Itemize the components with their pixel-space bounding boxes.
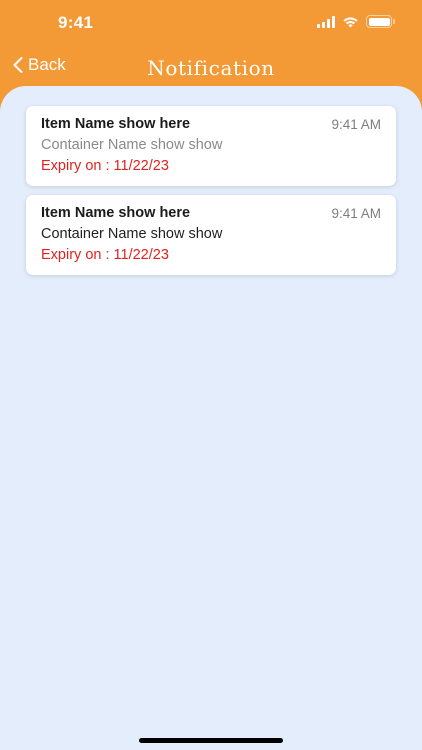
notification-time: 9:41 AM bbox=[331, 206, 381, 221]
status-icons bbox=[317, 15, 395, 28]
notification-list: Item Name show here 9:41 AM Container Na… bbox=[0, 86, 422, 750]
status-bar: 9:41 bbox=[0, 0, 422, 46]
notification-card[interactable]: Item Name show here 9:41 AM Container Na… bbox=[26, 106, 396, 186]
expiry-date: Expiry on : 11/22/23 bbox=[41, 247, 169, 263]
notification-card[interactable]: Item Name show here 9:41 AM Container Na… bbox=[26, 195, 396, 275]
page-title: Notification bbox=[147, 56, 275, 80]
item-name: Item Name show here bbox=[41, 116, 191, 132]
notification-screen: 9:41 Back Notification Item Name show he… bbox=[0, 0, 422, 750]
item-name: Item Name show here bbox=[41, 205, 191, 221]
wifi-icon bbox=[342, 16, 359, 28]
expiry-date: Expiry on : 11/22/23 bbox=[41, 158, 169, 174]
notification-time: 9:41 AM bbox=[331, 117, 381, 132]
cellular-signal-icon bbox=[317, 15, 335, 28]
battery-icon bbox=[366, 15, 395, 28]
container-name: Container Name show show bbox=[41, 137, 223, 153]
container-name: Container Name show show bbox=[41, 226, 223, 242]
home-indicator[interactable] bbox=[139, 738, 283, 743]
navigation-bar: Back Notification bbox=[0, 46, 422, 90]
status-time: 9:41 bbox=[58, 13, 94, 32]
